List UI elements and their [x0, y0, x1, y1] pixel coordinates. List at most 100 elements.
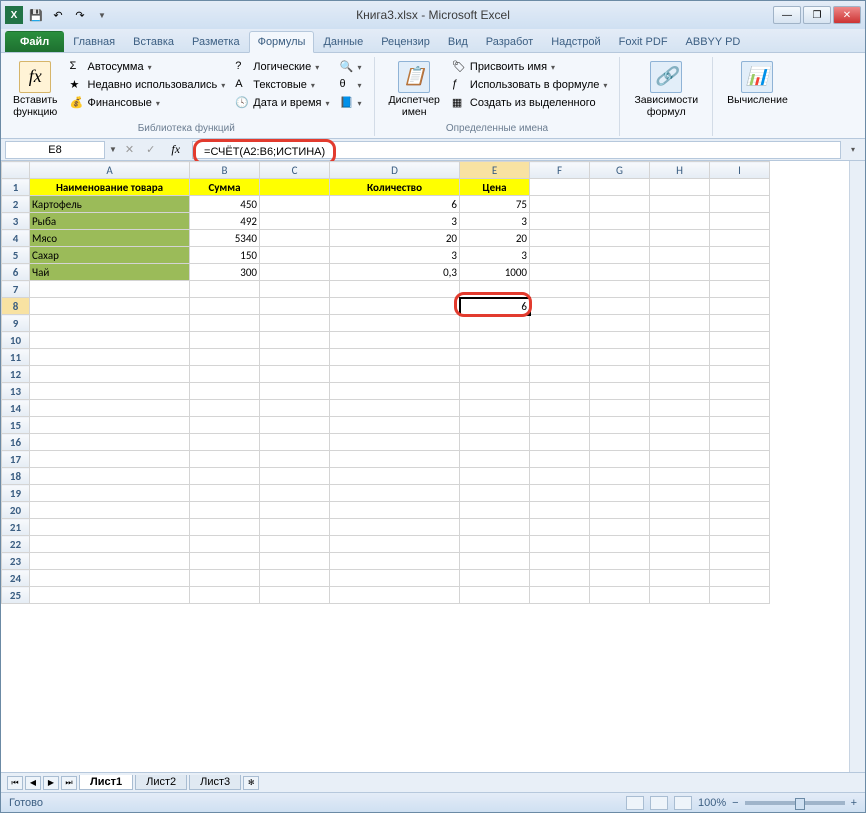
- row-header-18[interactable]: 18: [2, 468, 30, 485]
- cell-price-2[interactable]: 75: [460, 196, 530, 213]
- math-button[interactable]: θ▾: [338, 77, 364, 93]
- cell-name-3[interactable]: Рыба: [30, 213, 190, 230]
- tab-home[interactable]: Главная: [64, 31, 124, 52]
- calculation-button[interactable]: 📊 Вычисление: [723, 59, 792, 109]
- undo-icon[interactable]: ↶: [49, 6, 67, 24]
- create-from-selection-button[interactable]: ▦Создать из выделенного: [450, 95, 610, 111]
- tab-layout[interactable]: Разметка: [183, 31, 249, 52]
- col-header-G[interactable]: G: [590, 162, 650, 179]
- maximize-button[interactable]: ❐: [803, 6, 831, 24]
- select-all-corner[interactable]: [2, 162, 30, 179]
- col-header-E[interactable]: E: [460, 162, 530, 179]
- prev-sheet-icon[interactable]: ◀: [25, 776, 41, 790]
- cell-qty-6[interactable]: 0,3: [330, 264, 460, 281]
- col-header-I[interactable]: I: [710, 162, 770, 179]
- row-header-15[interactable]: 15: [2, 417, 30, 434]
- sheet-tab-2[interactable]: Лист2: [135, 775, 187, 790]
- row-header-16[interactable]: 16: [2, 434, 30, 451]
- cell-qty-5[interactable]: 3: [330, 247, 460, 264]
- cell-price-4[interactable]: 20: [460, 230, 530, 247]
- row-header-11[interactable]: 11: [2, 349, 30, 366]
- name-manager-button[interactable]: 📋 Диспетчер имен: [385, 59, 444, 120]
- namebox-dropdown-icon[interactable]: ▼: [109, 145, 117, 154]
- text-button[interactable]: AТекстовые▾: [233, 77, 331, 93]
- row-header-9[interactable]: 9: [2, 315, 30, 332]
- row-header-2[interactable]: 2: [2, 196, 30, 213]
- tab-abbyy[interactable]: ABBYY PD: [677, 31, 750, 52]
- cell-sum-3[interactable]: 492: [190, 213, 260, 230]
- cell-price-5[interactable]: 3: [460, 247, 530, 264]
- close-button[interactable]: ✕: [833, 6, 861, 24]
- cell-qty-2[interactable]: 6: [330, 196, 460, 213]
- tab-addins[interactable]: Надстрой: [542, 31, 609, 52]
- row-header-17[interactable]: 17: [2, 451, 30, 468]
- row-header-1[interactable]: 1: [2, 179, 30, 196]
- col-header-A[interactable]: A: [30, 162, 190, 179]
- formula-input[interactable]: =СЧЁТ(A2:B6;ИСТИНА) =СЧЁТ(A2:B6;ИСТИНА): [192, 141, 841, 159]
- col-header-C[interactable]: C: [260, 162, 330, 179]
- redo-icon[interactable]: ↷: [71, 6, 89, 24]
- vertical-scrollbar[interactable]: [849, 161, 865, 772]
- tab-developer[interactable]: Разработ: [477, 31, 542, 52]
- row-header-22[interactable]: 22: [2, 536, 30, 553]
- new-sheet-icon[interactable]: ✻: [243, 776, 259, 790]
- zoom-level[interactable]: 100%: [698, 797, 726, 809]
- cell-name-5[interactable]: Сахар: [30, 247, 190, 264]
- row-header-13[interactable]: 13: [2, 383, 30, 400]
- cell-sum-2[interactable]: 450: [190, 196, 260, 213]
- formula-expand-icon[interactable]: ▾: [845, 145, 861, 154]
- insert-function-button[interactable]: fx Вставить функцию: [9, 59, 62, 120]
- tab-insert[interactable]: Вставка: [124, 31, 183, 52]
- minimize-button[interactable]: —: [773, 6, 801, 24]
- row-header-21[interactable]: 21: [2, 519, 30, 536]
- tab-foxit[interactable]: Foxit PDF: [610, 31, 677, 52]
- recent-button[interactable]: ★Недавно использовались▾: [68, 77, 228, 93]
- cell-price-3[interactable]: 3: [460, 213, 530, 230]
- define-name-button[interactable]: 🏷Присвоить имя▾: [450, 59, 610, 75]
- tab-data[interactable]: Данные: [314, 31, 372, 52]
- header-qty[interactable]: Количество: [330, 179, 460, 196]
- cell-sum-4[interactable]: 5340: [190, 230, 260, 247]
- header-price[interactable]: Цена: [460, 179, 530, 196]
- datetime-button[interactable]: 🕓Дата и время▾: [233, 95, 331, 111]
- zoom-out-icon[interactable]: −: [732, 797, 738, 809]
- header-blank[interactable]: [260, 179, 330, 196]
- next-sheet-icon[interactable]: ▶: [43, 776, 59, 790]
- row-header-12[interactable]: 12: [2, 366, 30, 383]
- row-header-8[interactable]: 8: [2, 298, 30, 315]
- tab-formulas[interactable]: Формулы: [249, 31, 315, 53]
- header-name[interactable]: Наименование товара: [30, 179, 190, 196]
- tab-view[interactable]: Вид: [439, 31, 477, 52]
- name-box[interactable]: E8: [5, 141, 105, 159]
- row-header-25[interactable]: 25: [2, 587, 30, 604]
- financial-button[interactable]: 💰Финансовые▾: [68, 95, 228, 111]
- enter-icon[interactable]: ✓: [142, 143, 159, 156]
- cell-name-2[interactable]: Картофель: [30, 196, 190, 213]
- worksheet-grid[interactable]: ABCDEFGHI1Наименование товараСуммаКоличе…: [1, 161, 865, 772]
- cell-name-6[interactable]: Чай: [30, 264, 190, 281]
- row-header-20[interactable]: 20: [2, 502, 30, 519]
- row-header-23[interactable]: 23: [2, 553, 30, 570]
- more-button[interactable]: 📘▾: [338, 95, 364, 111]
- col-header-D[interactable]: D: [330, 162, 460, 179]
- page-layout-view-icon[interactable]: [650, 796, 668, 810]
- qat-dropdown-icon[interactable]: ▼: [93, 6, 111, 24]
- cell-qty-4[interactable]: 20: [330, 230, 460, 247]
- row-header-24[interactable]: 24: [2, 570, 30, 587]
- row-header-14[interactable]: 14: [2, 400, 30, 417]
- logical-button[interactable]: ?Логические▾: [233, 59, 331, 75]
- row-header-19[interactable]: 19: [2, 485, 30, 502]
- first-sheet-icon[interactable]: ⏮: [7, 776, 23, 790]
- cell-sum-6[interactable]: 300: [190, 264, 260, 281]
- cell-e8-result[interactable]: 6: [460, 298, 530, 315]
- col-header-H[interactable]: H: [650, 162, 710, 179]
- autosum-button[interactable]: ΣАвтосумма▾: [68, 59, 228, 75]
- fx-button-icon[interactable]: fx: [163, 142, 188, 157]
- save-icon[interactable]: 💾: [27, 6, 45, 24]
- page-break-view-icon[interactable]: [674, 796, 692, 810]
- zoom-in-icon[interactable]: +: [851, 797, 857, 809]
- row-header-4[interactable]: 4: [2, 230, 30, 247]
- cell-name-4[interactable]: Мясо: [30, 230, 190, 247]
- row-header-5[interactable]: 5: [2, 247, 30, 264]
- row-header-6[interactable]: 6: [2, 264, 30, 281]
